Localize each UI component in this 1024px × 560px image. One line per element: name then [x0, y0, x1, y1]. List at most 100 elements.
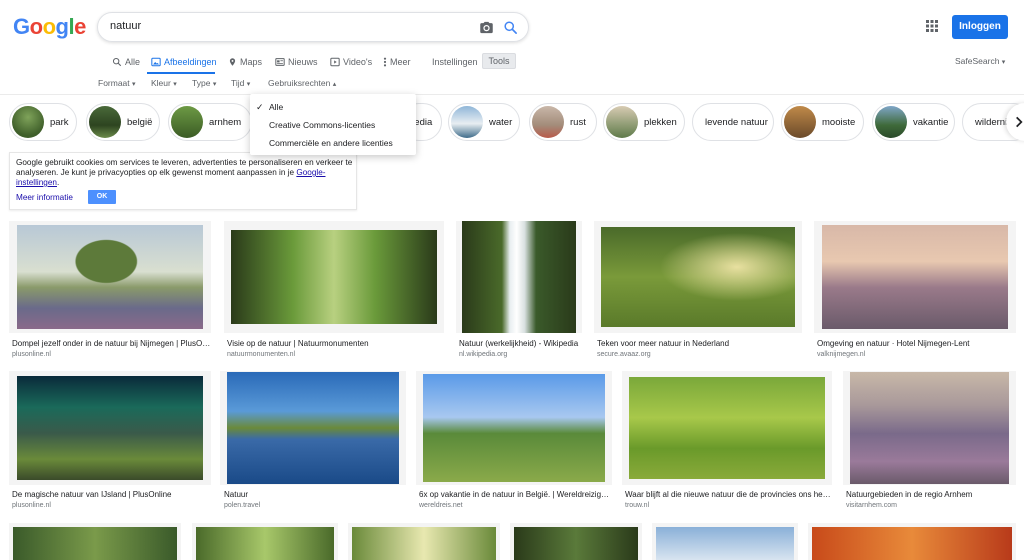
- filter-usage-rights[interactable]: Gebruiksrechten ▴: [268, 78, 336, 88]
- result-caption[interactable]: Teken voor meer natuur in Nederland: [597, 339, 801, 348]
- result-thumbnail[interactable]: [510, 523, 642, 560]
- more-info-link[interactable]: Meer informatie: [16, 193, 73, 202]
- result-thumbnail[interactable]: [220, 371, 406, 485]
- filter-time[interactable]: Tijd ▾: [231, 78, 250, 88]
- result-caption[interactable]: Omgeving en natuur · Hotel Nijmegen-Lent: [817, 339, 1017, 348]
- result-caption[interactable]: Dompel jezelf onder in de natuur bij Nij…: [12, 339, 212, 348]
- chip-water[interactable]: water: [448, 103, 520, 141]
- result-image: [601, 227, 795, 327]
- tab-label: Nieuws: [288, 57, 318, 67]
- cookie-message: Google gebruikt cookies om services te l…: [16, 158, 354, 188]
- chip-vakantie[interactable]: vakantie: [872, 103, 955, 141]
- result-thumbnail[interactable]: [192, 523, 338, 560]
- result-image: [17, 376, 203, 480]
- safesearch-label: SafeSearch: [955, 56, 1000, 66]
- chip-thumbnail: [532, 106, 564, 138]
- google-logo[interactable]: Google: [13, 14, 86, 40]
- result-thumbnail[interactable]: [594, 221, 802, 333]
- logo-letter: g: [55, 14, 69, 39]
- result-caption[interactable]: Natuurgebieden in de regio Arnhem: [846, 490, 1016, 499]
- result-thumbnail[interactable]: [456, 221, 582, 333]
- result-image: [352, 527, 496, 560]
- chip-arnhem[interactable]: arnhem: [168, 103, 252, 141]
- result-source: trouw.nl: [625, 502, 650, 509]
- result-thumbnail[interactable]: [843, 371, 1016, 485]
- tab-all[interactable]: Alle: [112, 55, 140, 69]
- result-thumbnail[interactable]: [652, 523, 798, 560]
- result-image: [850, 372, 1009, 484]
- chip-mooiste[interactable]: mooiste: [781, 103, 864, 141]
- result-caption[interactable]: Natuur (werkelijkheid) - Wikipedia: [459, 339, 583, 348]
- result-thumbnail[interactable]: [9, 371, 211, 485]
- result-caption[interactable]: De magische natuur van IJsland | PlusOnl…: [12, 490, 212, 499]
- search-box[interactable]: natuur: [97, 12, 529, 42]
- result-thumbnail[interactable]: [808, 523, 1016, 560]
- caret-up-icon: ▴: [332, 81, 337, 88]
- tab-label: Meer: [390, 57, 411, 67]
- chip-label: plekken: [644, 116, 677, 128]
- chip-thumbnail: [784, 106, 816, 138]
- filter-color[interactable]: Kleur ▾: [151, 78, 177, 88]
- chip-rust[interactable]: rust: [529, 103, 597, 141]
- result-thumbnail[interactable]: [9, 523, 181, 560]
- result-caption[interactable]: Visie op de natuur | Natuurmonumenten: [227, 339, 443, 348]
- result-thumbnail[interactable]: [814, 221, 1016, 333]
- result-image: [812, 527, 1012, 560]
- chip-levende-natuur[interactable]: levende natuur: [692, 103, 774, 141]
- chip-label: water: [489, 116, 513, 128]
- caret-down-icon: ▾: [173, 81, 177, 88]
- result-image: [196, 527, 334, 560]
- logo-letter: o: [42, 14, 56, 39]
- rights-option-commercial[interactable]: Commerciële en andere licenties: [269, 138, 393, 148]
- rights-option-all[interactable]: Alle: [269, 102, 283, 112]
- chevron-right-icon: [1016, 116, 1023, 128]
- tab-maps[interactable]: Maps: [228, 55, 262, 69]
- result-thumbnail[interactable]: [9, 221, 211, 333]
- tab-videos[interactable]: Video's: [330, 55, 372, 69]
- result-caption[interactable]: 6x op vakantie in de natuur in België. |…: [419, 490, 613, 499]
- active-tab-indicator: [147, 72, 215, 74]
- filter-size[interactable]: Formaat ▾: [98, 78, 136, 88]
- chip-park[interactable]: park: [9, 103, 77, 141]
- caret-down-icon: ▾: [1001, 59, 1006, 66]
- video-icon: [330, 57, 340, 67]
- result-source: plusonline.nl: [12, 351, 51, 358]
- settings-link[interactable]: Instellingen: [432, 55, 478, 69]
- logo-letter: G: [13, 14, 30, 39]
- search-icon[interactable]: [503, 20, 518, 35]
- result-thumbnail[interactable]: [416, 371, 612, 485]
- result-thumbnail[interactable]: [224, 221, 444, 333]
- result-caption[interactable]: Natuur: [224, 490, 406, 499]
- result-source: secure.avaaz.org: [597, 351, 651, 358]
- rights-option-creative-commons[interactable]: Creative Commons-licenties: [269, 120, 375, 130]
- tab-label: Alle: [125, 57, 141, 67]
- apps-grid-icon[interactable]: [926, 20, 938, 32]
- result-image: [13, 527, 177, 560]
- filter-type[interactable]: Type ▾: [192, 78, 216, 88]
- result-source: visitarnhem.com: [846, 502, 897, 509]
- tab-more[interactable]: Meer: [383, 55, 411, 69]
- cookie-ok-button[interactable]: OK: [88, 190, 116, 204]
- result-caption[interactable]: Waar blijft al die nieuwe natuur die de …: [625, 490, 833, 499]
- chip-plekken[interactable]: plekken: [603, 103, 685, 141]
- camera-icon[interactable]: [479, 20, 494, 35]
- tab-images[interactable]: Afbeeldingen: [151, 55, 217, 69]
- filter-label: Kleur: [151, 78, 171, 88]
- chip-label: belgië: [127, 116, 153, 128]
- result-source: polen.travel: [224, 502, 261, 509]
- chip-thumbnail: [875, 106, 907, 138]
- chip-label: arnhem: [209, 116, 242, 128]
- signin-button[interactable]: Inloggen: [952, 15, 1008, 39]
- chip-thumbnail: [12, 106, 44, 138]
- result-image: [629, 377, 825, 479]
- checkmark-icon: ✓: [256, 102, 264, 112]
- safesearch-menu[interactable]: SafeSearch ▾: [955, 56, 1005, 66]
- result-image: [514, 527, 638, 560]
- chip-belgie[interactable]: belgië: [86, 103, 160, 141]
- search-input[interactable]: natuur: [110, 20, 141, 32]
- tools-button[interactable]: Tools: [482, 53, 516, 69]
- logo-letter: o: [29, 14, 43, 39]
- result-thumbnail[interactable]: [622, 371, 832, 485]
- tab-news[interactable]: Nieuws: [275, 55, 318, 69]
- result-thumbnail[interactable]: [348, 523, 500, 560]
